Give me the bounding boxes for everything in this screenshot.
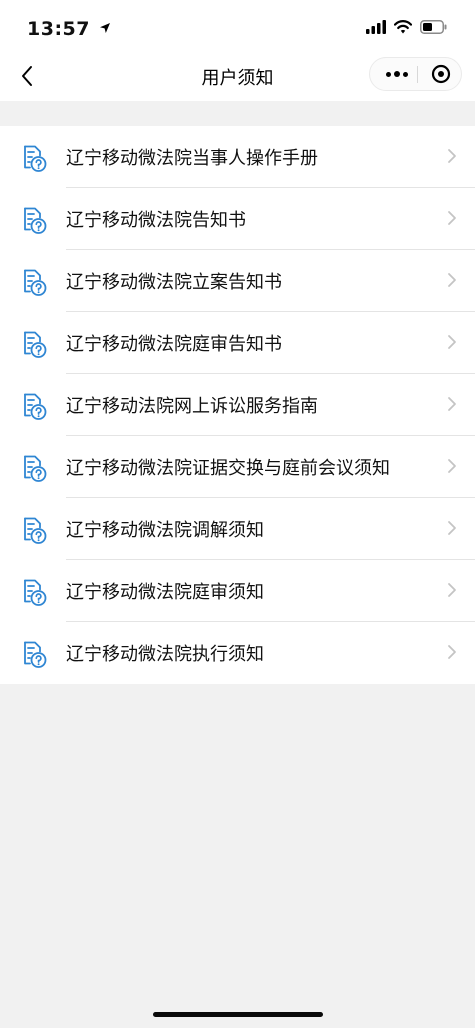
chevron-right-icon (448, 521, 456, 535)
list-item-label: 辽宁移动微法院执行须知 (66, 644, 264, 665)
list-item[interactable]: 辽宁移动微法院告知书 (0, 188, 475, 250)
list-item-label: 辽宁移动微法院当事人操作手册 (66, 148, 318, 169)
document-help-icon (24, 145, 47, 172)
chevron-right-icon (448, 335, 456, 349)
list-item-label: 辽宁移动微法院证据交换与庭前会议须知 (66, 458, 390, 479)
list-item-label: 辽宁移动微法院立案告知书 (66, 272, 282, 293)
list-item-label: 辽宁移动微法院调解须知 (66, 520, 264, 541)
location-arrow-icon (100, 23, 111, 33)
list-item-label: 辽宁移动法院网上诉讼服务指南 (66, 396, 318, 417)
battery-icon (420, 20, 447, 34)
home-indicator (153, 1012, 323, 1017)
document-help-icon (24, 207, 47, 234)
document-help-icon (24, 517, 47, 544)
document-help-icon (24, 641, 47, 668)
close-button[interactable] (425, 58, 457, 90)
document-help-icon (24, 393, 47, 420)
list-item[interactable]: 辽宁移动微法院调解须知 (0, 498, 475, 560)
more-icon (386, 71, 391, 77)
chevron-right-icon (448, 149, 456, 163)
document-help-icon (24, 269, 47, 296)
list-item[interactable]: 辽宁移动微法院庭审告知书 (0, 312, 475, 374)
wifi-icon (394, 20, 412, 34)
chevron-right-icon (448, 583, 456, 597)
chevron-right-icon (448, 397, 456, 411)
mini-program-capsule (369, 57, 462, 91)
more-button[interactable] (380, 58, 414, 90)
list-item-label: 辽宁移动微法院庭审告知书 (66, 334, 282, 355)
list-item[interactable]: 辽宁移动微法院庭审须知 (0, 560, 475, 622)
navigation-bar: 用户须知 (0, 55, 475, 101)
document-help-icon (24, 579, 47, 606)
notice-list: 辽宁移动微法院当事人操作手册 辽宁移动微法院告知书 辽宁移动微法院立案告知书 辽… (0, 126, 475, 684)
list-item-label: 辽宁移动微法院告知书 (66, 210, 246, 231)
chevron-right-icon (448, 273, 456, 287)
list-item[interactable]: 辽宁移动微法院当事人操作手册 (0, 126, 475, 188)
list-item-label: 辽宁移动微法院庭审须知 (66, 582, 264, 603)
status-bar: 13:57 (0, 0, 475, 60)
list-item[interactable]: 辽宁移动微法院执行须知 (0, 622, 475, 684)
capsule-divider (417, 66, 418, 83)
chevron-right-icon (448, 211, 456, 225)
time-text: 13:57 (27, 18, 90, 40)
document-help-icon (24, 455, 47, 482)
document-help-icon (24, 331, 47, 358)
list-item[interactable]: 辽宁移动微法院证据交换与庭前会议须知 (0, 436, 475, 498)
signal-icon (366, 20, 386, 34)
chevron-right-icon (448, 645, 456, 659)
chevron-right-icon (448, 459, 456, 473)
close-target-icon (431, 64, 451, 84)
status-indicators (366, 20, 447, 34)
list-item[interactable]: 辽宁移动法院网上诉讼服务指南 (0, 374, 475, 436)
status-time: 13:57 (27, 18, 111, 40)
list-item[interactable]: 辽宁移动微法院立案告知书 (0, 250, 475, 312)
